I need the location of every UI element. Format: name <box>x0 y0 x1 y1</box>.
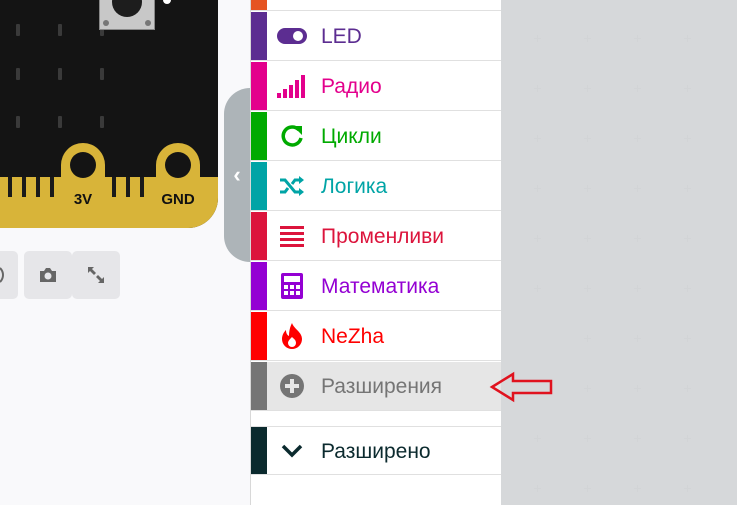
category-label: Променливи <box>321 225 445 248</box>
list-icon <box>277 222 307 250</box>
edge-strip <box>8 177 12 197</box>
red-arrow-annotation <box>489 371 553 403</box>
led <box>58 24 62 36</box>
edge-strip <box>140 177 144 197</box>
category-led[interactable]: LED <box>251 12 501 61</box>
category-color-bar <box>251 312 267 360</box>
simulator-panel: 3V GND <box>0 0 250 505</box>
shuffle-icon <box>277 172 307 200</box>
pin-3v[interactable]: 3V <box>61 143 105 223</box>
blocks-workspace[interactable] <box>501 0 737 505</box>
chevron-left-icon: ‹ <box>233 162 241 187</box>
plus-circle-icon <box>277 372 307 400</box>
flame-icon <box>277 322 307 350</box>
category-advanced[interactable]: Разширено <box>251 426 501 475</box>
pin-label-gnd: GND <box>161 191 195 208</box>
category-label: Радио <box>321 75 382 98</box>
category-nezha[interactable]: NeZha <box>251 312 501 361</box>
category-color-bar <box>251 362 267 410</box>
edge-strip <box>126 177 130 197</box>
led <box>100 116 104 128</box>
category-logic[interactable]: Логика <box>251 162 501 211</box>
led <box>16 116 20 128</box>
category-label: LED <box>321 25 362 48</box>
led <box>100 68 104 80</box>
edge-strip <box>36 177 40 197</box>
category-extensions[interactable]: Разширения <box>251 362 501 411</box>
signal-bars-icon <box>277 72 307 100</box>
led <box>16 24 20 36</box>
reset-button[interactable] <box>99 0 155 30</box>
edge-strip <box>50 177 54 197</box>
category-label: Разширения <box>321 375 443 398</box>
chevron-down-icon <box>277 437 307 465</box>
led <box>58 116 62 128</box>
toolbox-top-category[interactable] <box>251 0 501 11</box>
expand-icon <box>88 267 104 283</box>
category-loops[interactable]: Цикли <box>251 112 501 161</box>
edge-strip <box>22 177 26 197</box>
category-variables[interactable]: Променливи <box>251 212 501 261</box>
speaker-icon <box>0 267 4 283</box>
category-color-bar <box>251 212 267 260</box>
edge-strip <box>112 177 116 197</box>
category-color-bar <box>251 12 267 60</box>
led <box>16 68 20 80</box>
category-label: Логика <box>321 175 388 198</box>
category-color-bar <box>251 112 267 160</box>
calculator-icon <box>277 272 307 300</box>
fullscreen-button[interactable] <box>72 251 120 299</box>
category-label: Разширено <box>321 440 431 463</box>
category-radio[interactable]: Радио <box>251 62 501 111</box>
pin-gnd[interactable]: GND <box>156 143 200 223</box>
category-color-bar <box>251 162 267 210</box>
toggle-icon <box>277 22 307 50</box>
camera-icon <box>40 268 56 282</box>
status-led <box>163 0 171 4</box>
microbit-board: 3V GND <box>0 0 218 228</box>
pin-label-3v: 3V <box>73 191 93 208</box>
led <box>58 68 62 80</box>
category-color-bar <box>251 262 267 310</box>
category-color-bar <box>251 427 267 474</box>
refresh-icon <box>277 122 307 150</box>
category-label: Математика <box>321 275 440 298</box>
category-label: NeZha <box>321 325 385 348</box>
category-label: Цикли <box>321 125 382 148</box>
category-math[interactable]: Математика <box>251 262 501 311</box>
toolbox: LED Радио Цикли Логика Променливи Матема… <box>250 0 502 505</box>
category-color-bar <box>251 62 267 110</box>
audio-button[interactable] <box>0 251 18 299</box>
screenshot-button[interactable] <box>24 251 72 299</box>
